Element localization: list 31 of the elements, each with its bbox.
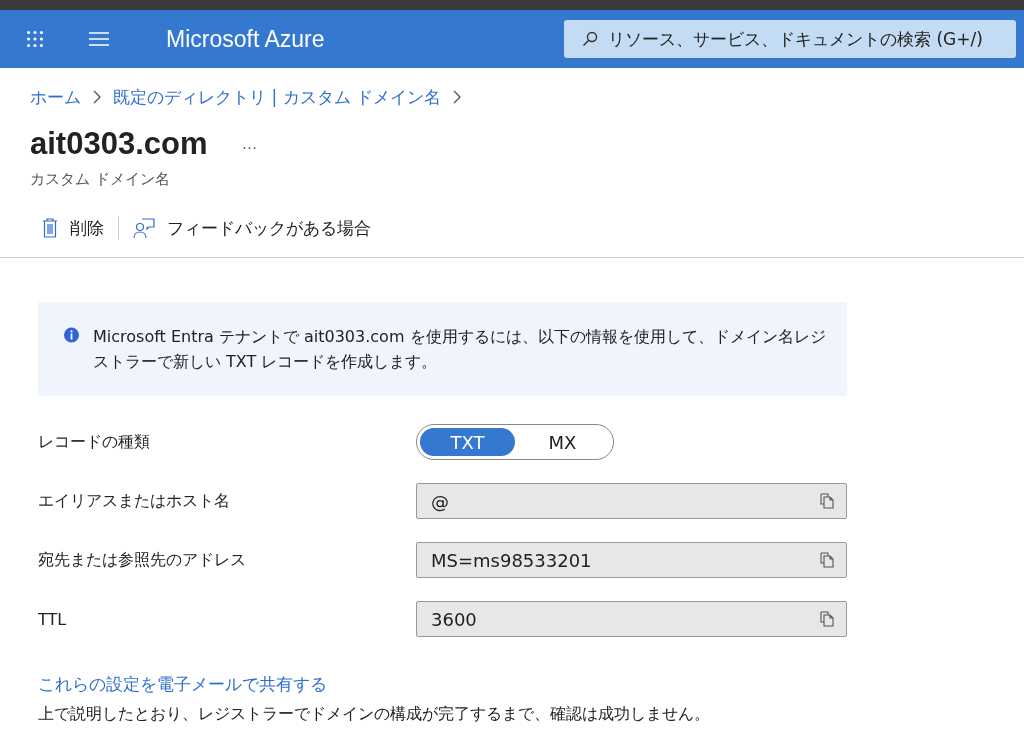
delete-button[interactable]: 削除 [42, 216, 104, 240]
brand-title[interactable]: Microsoft Azure [166, 25, 325, 53]
chevron-right-icon [452, 90, 461, 104]
breadcrumb-link[interactable]: ホーム [30, 85, 81, 109]
page-title: ait0303.com [30, 126, 208, 162]
app-launcher-icon[interactable] [26, 30, 44, 48]
search-icon [582, 31, 598, 47]
more-button[interactable]: … [241, 135, 258, 153]
field-label: エイリアスまたはホスト名 [38, 490, 231, 512]
record-type-option[interactable]: TXT [420, 428, 515, 456]
read-only-field[interactable]: MS=ms98533201 [416, 542, 847, 578]
read-only-field[interactable]: @ [416, 483, 847, 519]
read-only-field[interactable]: 3600 [416, 601, 847, 637]
breadcrumb-link[interactable]: 既定のディレクトリ | カスタム ドメイン名 [113, 85, 441, 109]
feedback-button[interactable]: フィードバックがある場合 [133, 216, 371, 240]
record-type-option[interactable]: MX [515, 428, 610, 456]
trash-icon [42, 218, 58, 238]
field-label: レコードの種類 [38, 431, 151, 453]
chevron-right-icon [93, 90, 101, 104]
copy-icon[interactable] [820, 552, 834, 568]
field-label: 宛先または参照先のアドレス [38, 549, 247, 571]
menu-icon[interactable] [88, 32, 110, 46]
copy-icon[interactable] [820, 493, 834, 509]
note-text: 上で説明したとおり、レジストラーでドメインの構成が完了するまで、確認は成功しません。 [38, 704, 711, 725]
page-subtitle: カスタム ドメイン名 [30, 170, 171, 189]
field-label: TTL [38, 609, 68, 629]
search-field[interactable]: リソース、サービス、ドキュメントの検索 (G+/) [564, 20, 1016, 58]
feedback-icon [133, 217, 155, 239]
info-text: Microsoft Entra テナントで ait0303.com を使用するには、以下の情報を使用して、ドメイン名レジストラーで新しい TXT レコードを作成します。 [93, 326, 827, 373]
copy-icon[interactable] [820, 611, 834, 627]
share-email-link[interactable]: これらの設定を電子メールで共有する [38, 673, 1024, 696]
